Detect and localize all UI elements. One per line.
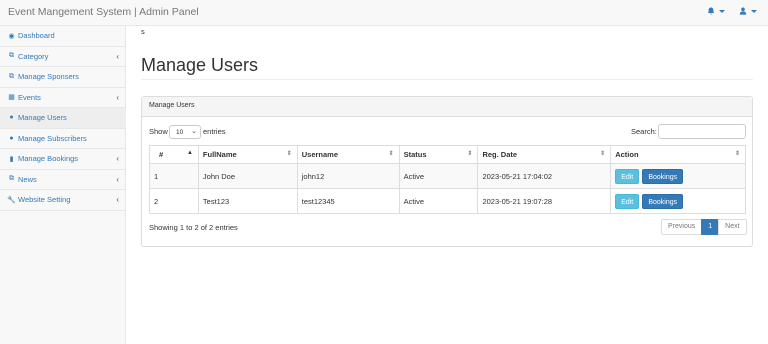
news-icon: ⧉ bbox=[9, 175, 14, 183]
events-icon: ▦ bbox=[8, 94, 15, 102]
sidebar-item-news[interactable]: ⧉ News ‹ bbox=[0, 170, 126, 190]
bookings-button[interactable]: Bookings bbox=[642, 193, 684, 209]
user-icon bbox=[739, 7, 747, 15]
sidebar-item-label: News bbox=[18, 174, 37, 184]
search-label: Search: bbox=[631, 127, 657, 136]
column-header-status[interactable]: Status ⇕ bbox=[398, 145, 479, 164]
stray-text: s bbox=[141, 27, 145, 36]
table-row: 1 John Doe john12 Active 2023-05-21 17:0… bbox=[149, 163, 746, 189]
previous-page-button[interactable]: Previous bbox=[661, 219, 703, 235]
sidebar-item-label: Manage Users bbox=[18, 113, 67, 123]
cell-status: Active bbox=[398, 188, 479, 214]
pagination: Previous 1 Next bbox=[661, 219, 747, 235]
sidebar-item-events[interactable]: ▦ Events ‹ bbox=[0, 88, 126, 108]
sidebar-item-subscribers[interactable]: ● Manage Subscribers bbox=[0, 129, 126, 149]
sponsors-icon: ⧉ bbox=[9, 72, 14, 80]
sidebar-item-website-setting[interactable]: 🔧 Website Setting ‹ bbox=[0, 190, 126, 211]
cell-number: 2 bbox=[149, 188, 199, 214]
next-page-button[interactable]: Next bbox=[718, 219, 747, 235]
sidebar-item-label: Manage Subscribers bbox=[18, 133, 87, 143]
sort-icon: ⇕ bbox=[467, 151, 473, 157]
chevron-left-icon: ‹ bbox=[116, 154, 119, 163]
page-length-value: 10 bbox=[176, 129, 184, 136]
sort-icon: ⇕ bbox=[600, 151, 606, 157]
wrench-icon: 🔧 bbox=[7, 196, 16, 204]
chevron-down-icon: ⌄ bbox=[191, 128, 197, 135]
cell-username: john12 bbox=[296, 163, 400, 189]
notifications-dropdown[interactable] bbox=[707, 7, 725, 15]
brand-title[interactable]: Event Mangement System | Admin Panel bbox=[8, 6, 199, 18]
page-title: Manage Users bbox=[141, 55, 259, 75]
sidebar-item-label: Manage Sponsers bbox=[18, 72, 79, 82]
column-header-action[interactable]: Action ⇕ bbox=[610, 145, 746, 164]
top-navbar: Event Mangement System | Admin Panel bbox=[0, 0, 768, 26]
column-header-number[interactable]: # ▲ bbox=[149, 145, 199, 164]
table-header-row: # ▲ FullName ⇕ Username ⇕ Status ⇕ Reg. Date… bbox=[149, 145, 746, 164]
dashboard-icon: ◉ bbox=[8, 32, 15, 40]
users-table: # ▲ FullName ⇕ Username ⇕ Status ⇕ Reg. Date… bbox=[149, 145, 746, 214]
cell-username: test12345 bbox=[296, 188, 400, 214]
page-1-button[interactable]: 1 bbox=[701, 219, 720, 235]
panel-heading: Manage Users bbox=[142, 97, 752, 117]
edit-button[interactable]: Edit bbox=[615, 193, 640, 209]
bookings-icon: ▮ bbox=[9, 155, 14, 163]
sidebar-item-category[interactable]: ⧉ Category ‹ bbox=[0, 47, 126, 67]
divider bbox=[141, 79, 753, 80]
users-panel: Manage Users Show 10 ⌄ entries Search: #… bbox=[141, 96, 753, 247]
bell-icon bbox=[707, 7, 715, 15]
cell-action: Edit Bookings bbox=[610, 188, 746, 214]
users-icon: ● bbox=[9, 114, 14, 122]
length-label: Show bbox=[149, 127, 168, 136]
sidebar-item-bookings[interactable]: ▮ Manage Bookings ‹ bbox=[0, 149, 126, 170]
subscribers-icon: ● bbox=[9, 134, 14, 142]
sidebar: ◉ Dashboard ⧉ Category ‹ ⧉ Manage Sponse… bbox=[0, 26, 126, 344]
sidebar-item-label: Manage Bookings bbox=[18, 154, 79, 164]
cell-action: Edit Bookings bbox=[610, 163, 746, 189]
column-header-username[interactable]: Username ⇕ bbox=[296, 145, 400, 164]
edit-button[interactable]: Edit bbox=[615, 168, 640, 184]
chevron-down-icon bbox=[751, 9, 757, 13]
column-header-reg-date[interactable]: Reg. Date ⇕ bbox=[477, 145, 612, 164]
sort-icon: ⇕ bbox=[286, 151, 292, 157]
bookings-button[interactable]: Bookings bbox=[642, 168, 684, 184]
sort-icon: ⇕ bbox=[734, 151, 740, 157]
chevron-left-icon: ‹ bbox=[116, 92, 119, 102]
chevron-down-icon bbox=[719, 9, 725, 13]
chevron-left-icon: ‹ bbox=[116, 51, 119, 61]
chevron-left-icon: ‹ bbox=[116, 174, 119, 184]
entries-label: entries bbox=[203, 127, 226, 136]
sidebar-item-sponsers[interactable]: ⧉ Manage Sponsers bbox=[0, 67, 126, 88]
cell-number: 1 bbox=[149, 163, 199, 189]
user-dropdown[interactable] bbox=[739, 7, 757, 15]
cell-status: Active bbox=[398, 163, 479, 189]
sidebar-item-users[interactable]: ● Manage Users bbox=[0, 108, 126, 129]
table-info: Showing 1 to 2 of 2 entries bbox=[149, 223, 238, 232]
sidebar-item-dashboard[interactable]: ◉ Dashboard bbox=[0, 26, 126, 47]
sidebar-item-label: Dashboard bbox=[18, 31, 55, 41]
chevron-left-icon: ‹ bbox=[116, 195, 119, 204]
sidebar-item-label: Website Setting bbox=[18, 195, 71, 205]
category-icon: ⧉ bbox=[9, 52, 14, 60]
sidebar-item-label: Category bbox=[18, 51, 49, 61]
cell-reg-date: 2023-05-21 19:07:28 bbox=[477, 188, 612, 214]
cell-fullname: Test123 bbox=[197, 188, 298, 214]
search-input[interactable] bbox=[658, 124, 746, 139]
page-length-select[interactable]: 10 ⌄ bbox=[169, 125, 201, 139]
sort-icon: ⇕ bbox=[388, 151, 394, 157]
sort-asc-icon: ▲ bbox=[186, 150, 193, 156]
table-row: 2 Test123 test12345 Active 2023-05-21 19… bbox=[149, 188, 746, 214]
sidebar-item-label: Events bbox=[18, 92, 41, 102]
column-header-fullname[interactable]: FullName ⇕ bbox=[197, 145, 298, 164]
cell-fullname: John Doe bbox=[197, 163, 298, 189]
cell-reg-date: 2023-05-21 17:04:02 bbox=[477, 163, 612, 189]
